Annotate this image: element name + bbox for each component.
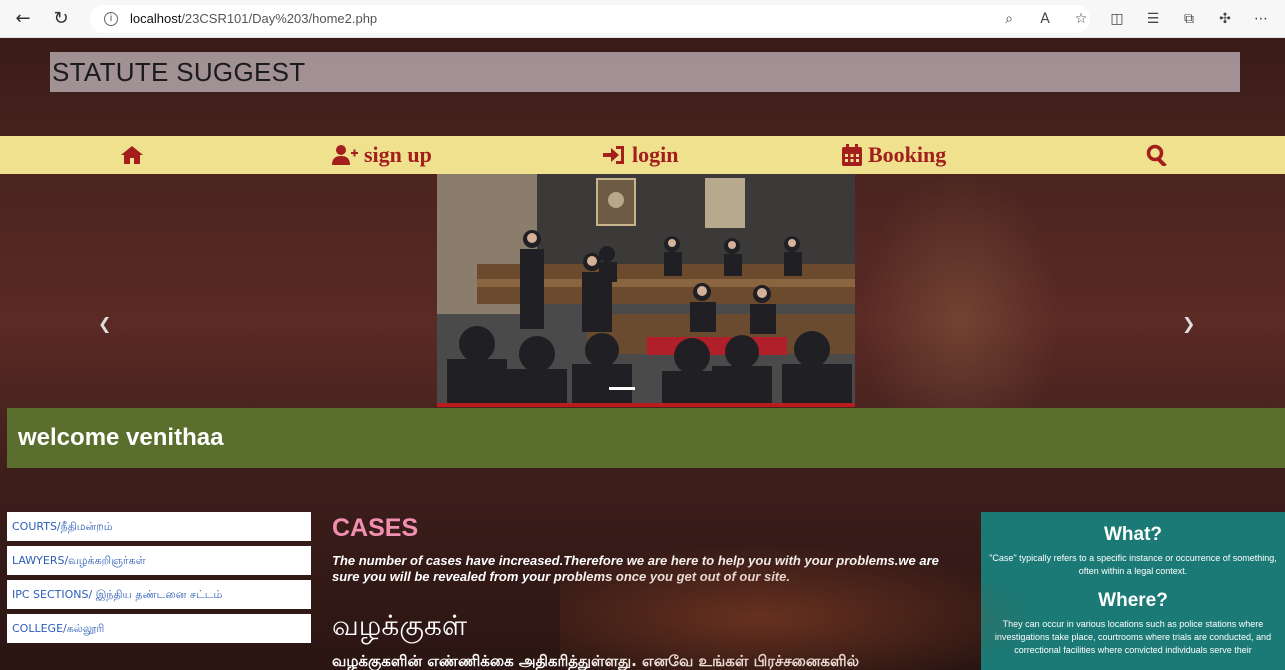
calendar-icon (842, 144, 862, 166)
read-aloud-icon[interactable]: A (1034, 11, 1056, 27)
what-text: "Case" typically refers to a specific in… (989, 553, 1277, 576)
home-icon (121, 146, 143, 164)
collections-icon[interactable]: ⧉ (1178, 11, 1200, 27)
sign-in-icon (603, 146, 624, 164)
nav-booking[interactable]: Booking (842, 136, 946, 174)
split-screen-icon[interactable]: ◫ (1106, 11, 1128, 27)
carousel-indicator[interactable] (609, 387, 635, 390)
nav-login[interactable]: login (602, 136, 678, 174)
where-heading: Where? (1098, 590, 1168, 611)
sidebar-link-courts[interactable]: COURTS/நீதிமன்றம் (7, 512, 311, 541)
browser-actions: ⌕ A ☆ ◫ ☰ ⧉ ✣ ⋯ (998, 0, 1272, 38)
back-icon[interactable]: ← (8, 4, 38, 34)
image-carousel: ❮ ❯ (0, 174, 1285, 407)
url-host: localhost (130, 11, 182, 26)
nav-home[interactable] (120, 136, 144, 174)
browser-toolbar: ← ↻ i localhost/23CSR101/Day%203/home2.p… (0, 0, 1285, 38)
nav-sign-up[interactable]: sign up (332, 136, 432, 174)
nav-sign-up-label: sign up (364, 142, 432, 167)
nav-login-label: login (632, 142, 679, 167)
site-title: STATUTE SUGGEST (50, 52, 1240, 92)
cases-content: CASES The number of cases have increased… (332, 512, 972, 670)
cases-paragraph: The number of cases have increased.There… (332, 553, 939, 584)
search-icon (1146, 144, 1167, 166)
page-body: STATUTE SUGGEST sign up login Booking ❮ (0, 38, 1285, 670)
url-path: /23CSR101/Day%203/home2.php (181, 11, 378, 26)
info-icon[interactable]: i (104, 11, 118, 26)
courtroom-image (437, 174, 855, 407)
nav-search[interactable] (1146, 136, 1168, 174)
favorites-list-icon[interactable]: ☰ (1142, 11, 1164, 27)
more-menu-icon[interactable]: ⋯ (1250, 11, 1272, 27)
cases-tamil-heading: வழக்குகள் (332, 609, 468, 642)
carousel-next-icon[interactable]: ❯ (1182, 314, 1195, 333)
cases-tamil-paragraph: வழக்குகளின் எண்ணிக்கை அதிகரித்துள்ளது. எ… (332, 652, 860, 670)
favorite-star-icon[interactable]: ☆ (1070, 11, 1092, 27)
reload-icon[interactable]: ↻ (46, 4, 76, 34)
sidebar-link-lawyers[interactable]: LAWYERS/வழக்கறிஞர்கள் (7, 546, 311, 575)
user-plus-icon (332, 145, 358, 165)
welcome-banner: welcome venithaa (7, 408, 1285, 468)
zoom-icon[interactable]: ⌕ (998, 11, 1020, 27)
carousel-prev-icon[interactable]: ❮ (98, 314, 111, 333)
main-navbar: sign up login Booking (0, 136, 1285, 174)
info-box: What? "Case" typically refers to a speci… (981, 512, 1285, 670)
address-bar[interactable]: i localhost/23CSR101/Day%203/home2.php (90, 4, 1090, 33)
where-text: They can occur in various locations such… (994, 619, 1272, 655)
sidebar-link-ipc-sections[interactable]: IPC SECTIONS/ இந்திய தண்டனை சட்டம் (7, 580, 311, 609)
nav-booking-label: Booking (868, 142, 947, 167)
cases-heading: CASES (332, 514, 419, 542)
extensions-icon[interactable]: ✣ (1214, 11, 1236, 27)
sidebar-link-college[interactable]: COLLEGE/கல்லூரி (7, 614, 311, 643)
what-heading: What? (1103, 524, 1163, 545)
sidebar-links: COURTS/நீதிமன்றம் LAWYERS/வழக்கறிஞர்கள் … (7, 512, 311, 648)
